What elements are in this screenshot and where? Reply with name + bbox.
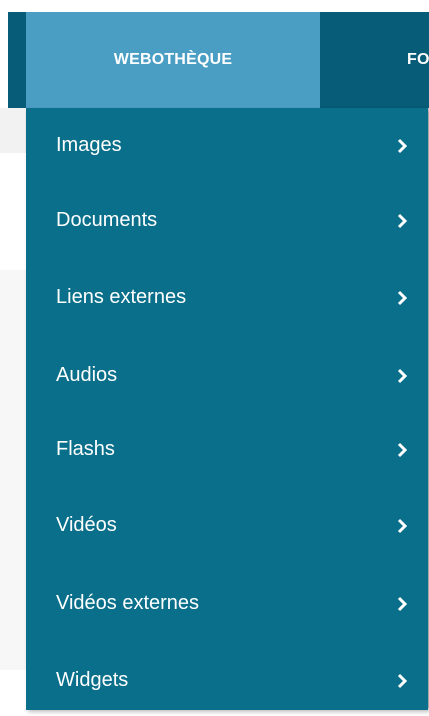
menu-item-label: Flashs — [56, 438, 115, 460]
menu-item-audios[interactable]: Audios — [26, 338, 422, 413]
menu-item-label: Liens externes — [56, 286, 187, 308]
nav-tab-next-label: FOR — [407, 51, 429, 68]
menu-item-label: Documents — [56, 209, 158, 231]
menu-item-label: Widgets — [56, 669, 129, 691]
menu-item-label: Vidéos — [56, 514, 117, 536]
nav-tab-next[interactable]: FOR — [407, 12, 429, 108]
menu-item-images[interactable]: Images — [26, 108, 422, 183]
chevron-right-icon — [397, 673, 408, 688]
chevron-right-icon — [397, 213, 408, 228]
menu-item-videos[interactable]: Vidéos — [26, 488, 422, 563]
menu-item-flashs[interactable]: Flashs — [26, 412, 422, 487]
chevron-right-icon — [397, 442, 408, 457]
chevron-right-icon — [397, 518, 408, 533]
nav-tab-webotheque-label: WEBOTHÈQUE — [113, 51, 233, 68]
menu-item-label: Vidéos externes — [56, 592, 200, 614]
page: WEBOTHÈQUE FOR Images Documents Liens ex… — [0, 0, 429, 716]
background-band — [0, 108, 26, 153]
menu-item-liens-externes[interactable]: Liens externes — [26, 260, 422, 335]
nav-tab-webotheque[interactable]: WEBOTHÈQUE — [26, 12, 320, 108]
menu-item-label: Audios — [56, 364, 118, 386]
background-band — [0, 270, 26, 670]
menu-item-videos-externes[interactable]: Vidéos externes — [26, 566, 422, 641]
menu-item-label: Images — [56, 134, 122, 156]
menu-item-documents[interactable]: Documents — [26, 183, 422, 258]
chevron-right-icon — [397, 138, 408, 153]
menu-item-widgets[interactable]: Widgets — [26, 643, 422, 716]
webotheque-dropdown-menu: Images Documents Liens externes Audios F… — [26, 108, 428, 710]
chevron-right-icon — [397, 596, 408, 611]
chevron-right-icon — [397, 290, 408, 305]
chevron-right-icon — [397, 368, 408, 383]
